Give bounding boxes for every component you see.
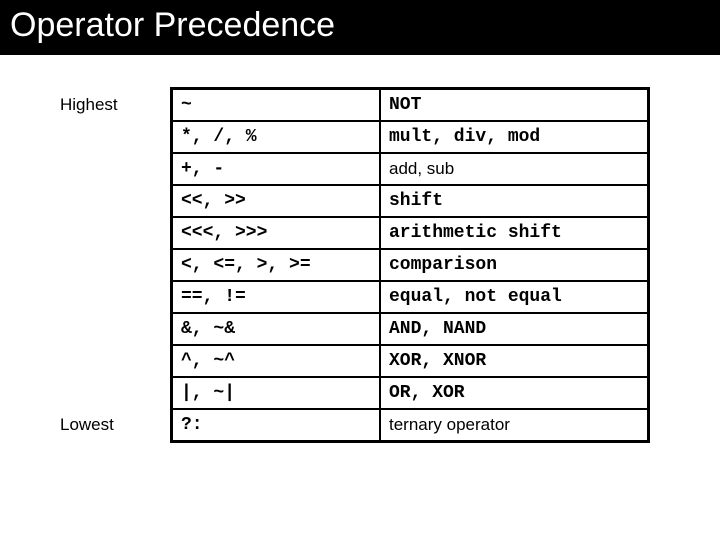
table-row: <<<, >>>arithmetic shift bbox=[172, 217, 649, 249]
operators-cell: +, - bbox=[172, 153, 381, 185]
description-cell: arithmetic shift bbox=[380, 217, 649, 249]
table-row: ==, !=equal, not equal bbox=[172, 281, 649, 313]
operators-cell: &, ~& bbox=[172, 313, 381, 345]
table-row: *, /, %mult, div, mod bbox=[172, 121, 649, 153]
operators-cell: <<<, >>> bbox=[172, 217, 381, 249]
operators-cell: |, ~| bbox=[172, 377, 381, 409]
operators-cell: ^, ~^ bbox=[172, 345, 381, 377]
operators-cell: ~ bbox=[172, 89, 381, 122]
slide-content: Highest Lowest ~NOT*, /, %mult, div, mod… bbox=[0, 57, 720, 443]
description-cell: AND, NAND bbox=[380, 313, 649, 345]
description-cell: XOR, XNOR bbox=[380, 345, 649, 377]
operators-cell: <<, >> bbox=[172, 185, 381, 217]
slide-title: Operator Precedence bbox=[0, 0, 720, 57]
table-row: &, ~&AND, NAND bbox=[172, 313, 649, 345]
table-row: +, -add, sub bbox=[172, 153, 649, 185]
description-cell: mult, div, mod bbox=[380, 121, 649, 153]
table-row: ?:ternary operator bbox=[172, 409, 649, 442]
operators-cell: *, /, % bbox=[172, 121, 381, 153]
description-cell: comparison bbox=[380, 249, 649, 281]
precedence-labels: Highest Lowest bbox=[60, 87, 170, 443]
description-cell: add, sub bbox=[380, 153, 649, 185]
description-cell: equal, not equal bbox=[380, 281, 649, 313]
description-cell: NOT bbox=[380, 89, 649, 122]
operators-cell: <, <=, >, >= bbox=[172, 249, 381, 281]
table-row: <, <=, >, >=comparison bbox=[172, 249, 649, 281]
table-row: |, ~|OR, XOR bbox=[172, 377, 649, 409]
operators-cell: ?: bbox=[172, 409, 381, 442]
label-lowest: Lowest bbox=[60, 415, 114, 435]
table-row: <<, >>shift bbox=[172, 185, 649, 217]
description-cell: shift bbox=[380, 185, 649, 217]
operators-cell: ==, != bbox=[172, 281, 381, 313]
label-highest: Highest bbox=[60, 95, 118, 115]
table-row: ^, ~^XOR, XNOR bbox=[172, 345, 649, 377]
description-cell: ternary operator bbox=[380, 409, 649, 442]
precedence-table: ~NOT*, /, %mult, div, mod+, -add, sub<<,… bbox=[170, 87, 650, 443]
description-cell: OR, XOR bbox=[380, 377, 649, 409]
table-row: ~NOT bbox=[172, 89, 649, 122]
